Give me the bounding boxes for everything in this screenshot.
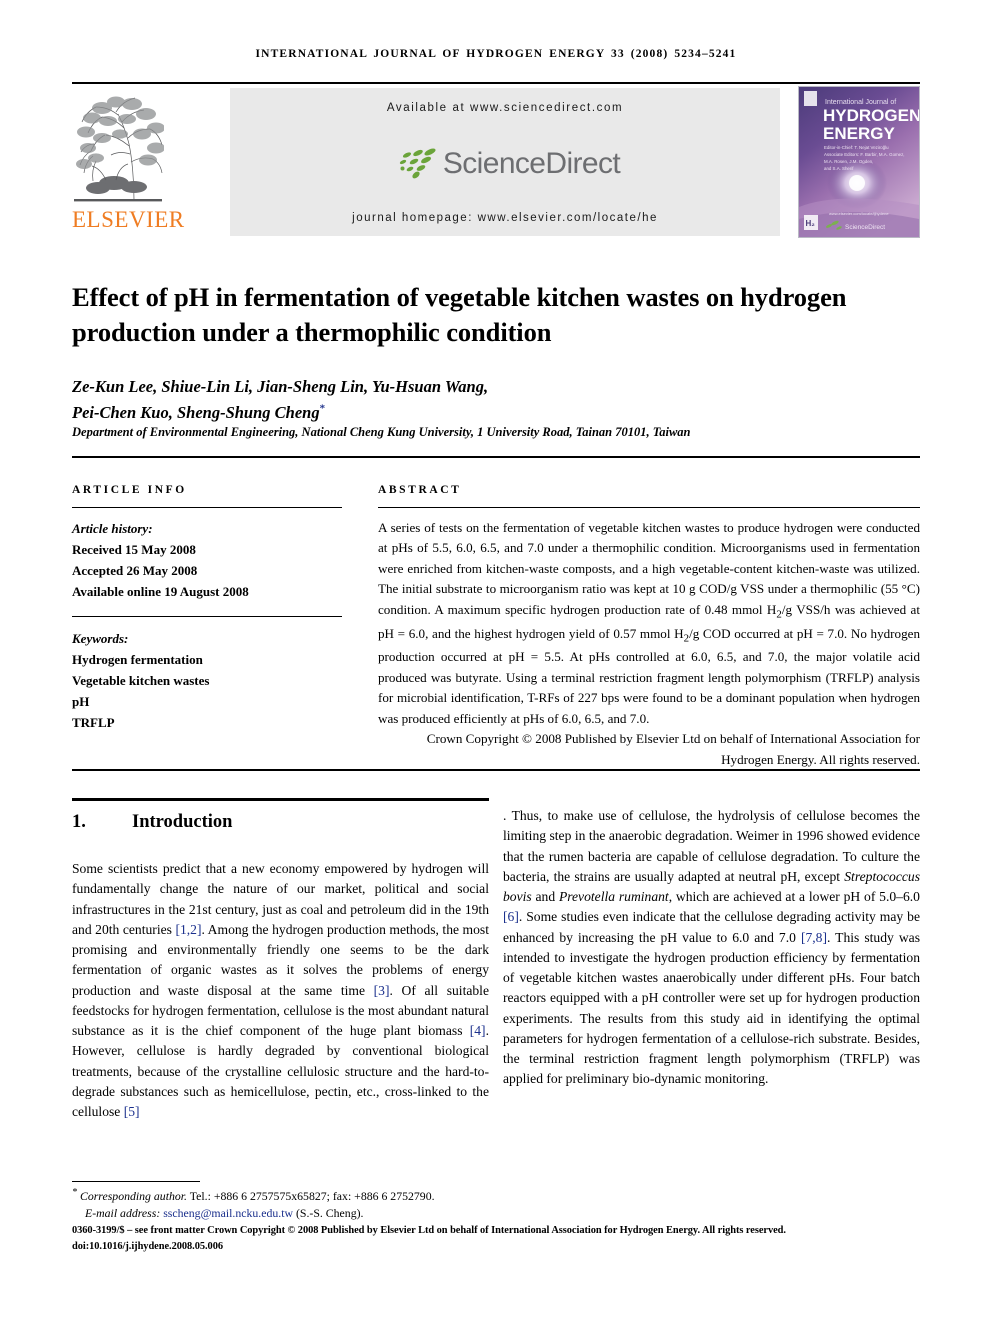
intro-paragraph-right: . Thus, to make use of cellulose, the hy… bbox=[503, 806, 920, 1090]
journal-cover-image: International Journal of HYDROGEN ENERGY… bbox=[798, 86, 920, 238]
svg-text:International Journal of: International Journal of bbox=[825, 99, 896, 106]
keyword-item: Hydrogen fermentation bbox=[72, 652, 203, 668]
abstract-heading: ABSTRACT bbox=[378, 484, 462, 496]
svg-text:ScienceDirect: ScienceDirect bbox=[845, 224, 885, 231]
article-history-block: Article history: Received 15 May 2008 Ac… bbox=[72, 518, 342, 602]
body-column-left: 1. Introduction Some scientists predict … bbox=[72, 806, 489, 1122]
footnote-rule bbox=[72, 1181, 200, 1182]
intro-paragraph-left: Some scientists predict that a new econo… bbox=[72, 859, 489, 1122]
journal-header-band: ELSEVIER Available at www.sciencedirect.… bbox=[72, 86, 920, 238]
keywords-label: Keywords: bbox=[72, 631, 129, 647]
sciencedirect-logo: ScienceDirect bbox=[390, 146, 621, 182]
section-rule bbox=[72, 798, 489, 801]
intro-text-9: . This study was intended to investigate… bbox=[503, 929, 920, 1087]
corresponding-author-contact: Tel.: +886 6 2757575x65827; fax: +886 6 … bbox=[187, 1188, 435, 1203]
affiliation: Department of Environmental Engineering,… bbox=[72, 425, 691, 439]
intro-text-7: , which are achieved at a lower pH of 5.… bbox=[668, 889, 920, 904]
corresponding-author-note: * Corresponding author. Tel.: +886 6 275… bbox=[72, 1186, 922, 1205]
citation-ref-6[interactable]: [6] bbox=[503, 909, 519, 924]
corresponding-author-label: Corresponding author. bbox=[79, 1188, 188, 1203]
svg-text:and S.A. Sherif: and S.A. Sherif bbox=[824, 166, 854, 171]
email-note: E-mail address: sscheng@mail.ncku.edu.tw… bbox=[72, 1205, 922, 1222]
intro-text-6: and bbox=[531, 889, 559, 904]
article-info-column: ARTICLE INFO Article history: Received 1… bbox=[72, 484, 342, 733]
asterisk-icon: * bbox=[72, 1187, 77, 1198]
keyword-item: pH bbox=[72, 694, 90, 710]
article-info-heading: ARTICLE INFO bbox=[72, 484, 187, 496]
svg-text:H₂: H₂ bbox=[806, 219, 816, 228]
citation-ref-5[interactable]: [5] bbox=[124, 1104, 140, 1119]
author-list: Ze-Kun Lee, Shiue-Lin Li, Jian-Sheng Lin… bbox=[72, 374, 912, 425]
keyword-item: TRFLP bbox=[72, 715, 115, 731]
elsevier-tree-icon bbox=[72, 88, 164, 206]
abstract-column: ABSTRACT A series of tests on the fermen… bbox=[378, 484, 920, 770]
section-number: 1. bbox=[72, 812, 86, 832]
elsevier-logo: ELSEVIER bbox=[72, 88, 185, 236]
footnote-block: * Corresponding author. Tel.: +886 6 275… bbox=[72, 1186, 922, 1221]
keywords-hairline bbox=[72, 616, 342, 618]
citation-ref-7-8[interactable]: [7,8] bbox=[801, 930, 827, 945]
author-line-2: Pei-Chen Kuo, Sheng-Shung Cheng* bbox=[72, 402, 326, 422]
history-received: Received 15 May 2008 bbox=[72, 542, 196, 558]
section-title: Introduction bbox=[132, 812, 233, 832]
citation-ref-3[interactable]: [3] bbox=[374, 983, 390, 998]
email-link[interactable]: sscheng@mail.ncku.edu.tw bbox=[163, 1206, 293, 1220]
email-label: E-mail address: bbox=[85, 1205, 161, 1220]
journal-homepage-text: journal homepage: www.elsevier.com/locat… bbox=[352, 212, 658, 224]
abstract-hairline bbox=[378, 507, 920, 508]
keyword-item: Vegetable kitchen wastes bbox=[72, 673, 210, 689]
imprint-block: 0360-3199/$ – see front matter Crown Cop… bbox=[72, 1223, 922, 1254]
abstract-text: A series of tests on the fermentation of… bbox=[378, 520, 921, 726]
header-top-rule bbox=[72, 82, 920, 84]
history-available-online: Available online 19 August 2008 bbox=[72, 584, 249, 600]
sciencedirect-wordmark: ScienceDirect bbox=[442, 147, 621, 180]
section-heading-introduction: 1. Introduction bbox=[72, 812, 489, 833]
article-history-label: Article history: bbox=[72, 521, 153, 536]
sciencedirect-banner: Available at www.sciencedirect.com Scien… bbox=[230, 88, 780, 236]
elsevier-wordmark: ELSEVIER bbox=[72, 207, 185, 232]
rule-above-article-info bbox=[72, 456, 920, 458]
species-prevotella-ruminant: Prevotella ruminant bbox=[558, 889, 669, 904]
available-at-text: Available at www.sciencedirect.com bbox=[386, 102, 624, 114]
body-column-right: . Thus, to make use of cellulose, the hy… bbox=[503, 806, 920, 1090]
doi-line: doi:10.1016/j.ijhydene.2008.05.006 bbox=[72, 1240, 223, 1252]
svg-text:HYDROGEN: HYDROGEN bbox=[823, 106, 919, 125]
citation-ref-4[interactable]: [4] bbox=[470, 1023, 486, 1038]
svg-text:M.A. Rosen, J.M. Ogden,: M.A. Rosen, J.M. Ogden, bbox=[824, 159, 873, 164]
article-info-hairline bbox=[72, 507, 342, 508]
journal-article-page: INTERNATIONAL JOURNAL OF HYDROGEN ENERGY… bbox=[0, 0, 992, 1323]
sciencedirect-leaf-icon bbox=[399, 148, 436, 179]
keywords-block: Keywords: Hydrogen fermentation Vegetabl… bbox=[72, 628, 342, 733]
svg-text:Editor-in-Chief: T. Nejat Vezi: Editor-in-Chief: T. Nejat Veziroğlu bbox=[824, 145, 889, 150]
author-line-1: Ze-Kun Lee, Shiue-Lin Li, Jian-Sheng Lin… bbox=[72, 377, 489, 396]
history-accepted: Accepted 26 May 2008 bbox=[72, 563, 198, 579]
rule-below-abstract bbox=[72, 769, 920, 771]
svg-text:www.elsevier.com/locate/ijhyde: www.elsevier.com/locate/ijhydene bbox=[829, 211, 889, 216]
corresponding-author-marker: * bbox=[319, 402, 326, 415]
running-head: INTERNATIONAL JOURNAL OF HYDROGEN ENERGY… bbox=[255, 48, 737, 60]
abstract-body: A series of tests on the fermentation of… bbox=[378, 518, 920, 729]
svg-text:Associate Editors: F. Barbir,: Associate Editors: F. Barbir, M.A. Gomez… bbox=[824, 152, 905, 157]
page-title: Effect of pH in fermentation of vegetabl… bbox=[72, 281, 847, 348]
svg-text:ENERGY: ENERGY bbox=[823, 124, 895, 143]
abstract-copyright: Crown Copyright © 2008 Published by Else… bbox=[426, 731, 920, 767]
email-owner: (S.-S. Cheng). bbox=[295, 1205, 364, 1220]
citation-ref-1-2[interactable]: [1,2] bbox=[175, 922, 201, 937]
imprint-line-1: 0360-3199/$ – see front matter Crown Cop… bbox=[72, 1225, 786, 1236]
